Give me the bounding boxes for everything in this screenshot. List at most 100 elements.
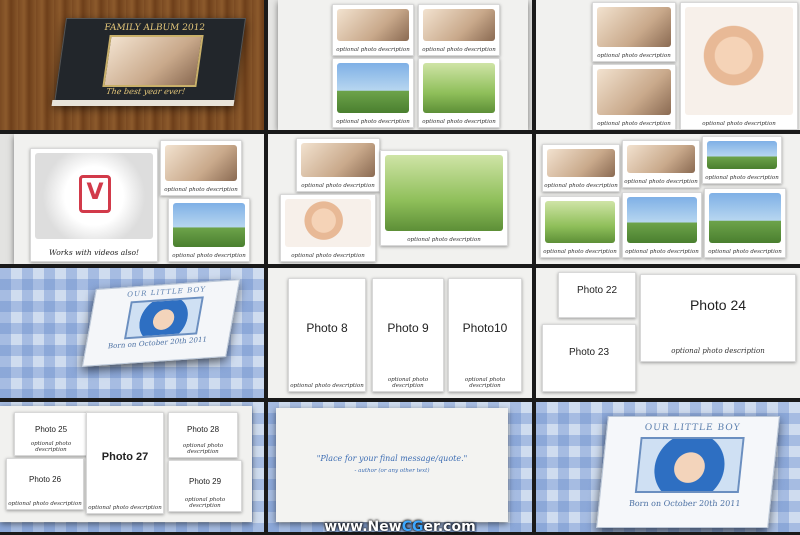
- album-page-edges: [51, 100, 235, 106]
- photo-caption: optional photo description: [336, 119, 410, 125]
- placeholder-label: Photo 25: [34, 425, 68, 434]
- placeholder-label: Photo 9: [387, 321, 429, 335]
- watermark-brand-a: New: [367, 519, 402, 535]
- photo-slot: optional photo description: [280, 194, 376, 262]
- video-slot: V Works with videos also!: [30, 148, 158, 262]
- placeholder-label: Photo 27: [101, 451, 149, 463]
- placeholder-label: Photo 28: [186, 425, 220, 434]
- watermark-brand-c: er: [423, 519, 438, 535]
- photo-caption: optional photo description: [407, 237, 481, 243]
- placeholder-slot: Photo 23: [542, 324, 636, 392]
- placeholder-slot: Photo 26 optional photo description: [6, 458, 84, 510]
- baby-photo: [634, 437, 745, 493]
- photo-caption: optional photo description: [422, 119, 496, 125]
- photo-slot: optional photo description: [418, 58, 500, 128]
- photo-caption: optional photo description: [705, 175, 779, 181]
- photo-slot: optional photo description: [592, 2, 676, 62]
- photo-caption: optional photo description: [671, 347, 765, 355]
- photo-caption: optional photo description: [30, 441, 72, 453]
- baby-book-cover: OUR LITTLE BOY Born on October 20th 2011: [81, 279, 241, 367]
- thumbnail-grid: FAMILY ALBUM 2012 The best year ever! op…: [0, 0, 800, 535]
- watermark-suffix: .com: [437, 519, 476, 535]
- cell-placeholder-page-8: Photo 8 optional photo description Photo …: [268, 268, 532, 398]
- photo-slot: optional photo description: [704, 188, 786, 258]
- cell-video-page: V Works with videos also! optional photo…: [0, 134, 264, 264]
- photo-caption: optional photo description: [543, 249, 617, 255]
- photo-slot: optional photo description: [168, 198, 250, 262]
- placeholder-slot: Photo 27 optional photo description: [86, 412, 164, 514]
- album-page: "Place for your final message/quote." - …: [276, 408, 508, 522]
- album-title: FAMILY ALBUM 2012: [103, 23, 206, 33]
- photo-caption: optional photo description: [184, 497, 226, 509]
- final-message: "Place for your final message/quote.": [316, 454, 468, 463]
- cell-six-photo-page: optional photo description optional phot…: [536, 134, 800, 264]
- video-play-icon: V: [79, 175, 111, 213]
- photo-slot: optional photo description: [592, 64, 676, 130]
- cell-baby-book: OUR LITTLE BOY Born on October 20th 2011: [0, 268, 264, 398]
- cell-family-album-cover: FAMILY ALBUM 2012 The best year ever!: [0, 0, 264, 130]
- baby-book-date: Born on October 20th 2011: [628, 499, 741, 508]
- photo-slot: optional photo description: [418, 4, 500, 56]
- photo-caption: optional photo description: [88, 505, 162, 511]
- photo-caption: optional photo description: [387, 377, 429, 389]
- baby-book-cover: OUR LITTLE BOY Born on October 20th 2011: [596, 416, 780, 528]
- cell-baby-book-closeup: OUR LITTLE BOY Born on October 20th 2011: [536, 402, 800, 532]
- photo-caption: optional photo description: [702, 121, 776, 127]
- placeholder-label: Photo 8: [306, 321, 348, 335]
- placeholder-slot: Photo 28 optional photo description: [168, 412, 238, 458]
- watermark-brand-b: CG: [401, 519, 424, 535]
- placeholder-slot: Photo 29 optional photo description: [168, 460, 242, 512]
- album-cover: FAMILY ALBUM 2012 The best year ever!: [53, 18, 247, 104]
- photo-caption: optional photo description: [182, 443, 224, 455]
- photo-slot: optional photo description: [622, 192, 702, 258]
- cell-three-photo-page: optional photo description optional phot…: [536, 0, 800, 130]
- placeholder-label: Photo 22: [576, 285, 618, 296]
- final-message-author: - author (or any other text): [354, 468, 430, 474]
- photo-caption: optional photo description: [597, 121, 671, 127]
- photo-caption: optional photo description: [708, 249, 782, 255]
- photo-caption: optional photo description: [8, 501, 82, 507]
- placeholder-slot: Photo 8 optional photo description: [288, 278, 366, 392]
- cell-placeholder-page-22: Photo 22 Photo 23 Photo 24 optional photo…: [536, 268, 800, 398]
- photo-slot: optional photo description: [702, 136, 782, 184]
- photo-slot: optional photo description: [680, 2, 798, 130]
- photo-slot: optional photo description: [380, 150, 508, 246]
- cell-placeholder-page-25: Photo 25 optional photo description Photo…: [0, 402, 264, 532]
- placeholder-slot: Photo10 optional photo description: [448, 278, 522, 392]
- photo-caption: optional photo description: [301, 183, 375, 189]
- cell-four-photo-page: optional photo description optional phot…: [268, 0, 532, 130]
- placeholder-label: Photo 29: [188, 477, 222, 486]
- album-tagline: The best year ever!: [105, 87, 186, 96]
- photo-slot: optional photo description: [332, 4, 414, 56]
- watermark-prefix: www.: [324, 519, 368, 535]
- placeholder-slot: Photo 25 optional photo description: [14, 412, 88, 456]
- album-cover-photo: [102, 35, 204, 87]
- photo-caption: optional photo description: [164, 187, 238, 193]
- photo-caption: optional photo description: [625, 249, 699, 255]
- site-watermark: www.NewCGer.com: [0, 519, 800, 535]
- placeholder-label: Photo10: [462, 321, 508, 335]
- placeholder-slot: Photo 24 optional photo description: [640, 274, 796, 362]
- photo-caption: optional photo description: [336, 47, 410, 53]
- placeholder-slot: Photo 22: [558, 272, 636, 318]
- photo-caption: optional photo description: [464, 377, 506, 389]
- photo-caption: optional photo description: [291, 253, 365, 259]
- photo-slot: optional photo description: [160, 140, 242, 196]
- photo-caption: optional photo description: [597, 53, 671, 59]
- cell-three-photo-page-b: optional photo description optional phot…: [268, 134, 532, 264]
- placeholder-label: Photo 24: [689, 297, 747, 313]
- cell-final-message-page: "Place for your final message/quote." - …: [268, 402, 532, 532]
- video-caption: Works with videos also!: [49, 248, 139, 257]
- photo-caption: optional photo description: [422, 47, 496, 53]
- baby-photo: [123, 296, 204, 340]
- photo-slot: optional photo description: [296, 138, 380, 192]
- photo-caption: optional photo description: [544, 183, 618, 189]
- photo-slot: optional photo description: [540, 196, 620, 258]
- photo-caption: optional photo description: [624, 179, 698, 185]
- photo-caption: optional photo description: [290, 383, 364, 389]
- placeholder-label: Photo 26: [28, 475, 62, 484]
- placeholder-slot: Photo 9 optional photo description: [372, 278, 444, 392]
- photo-slot: optional photo description: [542, 144, 620, 192]
- baby-book-title: OUR LITTLE BOY: [644, 423, 742, 433]
- placeholder-label: Photo 23: [568, 347, 610, 358]
